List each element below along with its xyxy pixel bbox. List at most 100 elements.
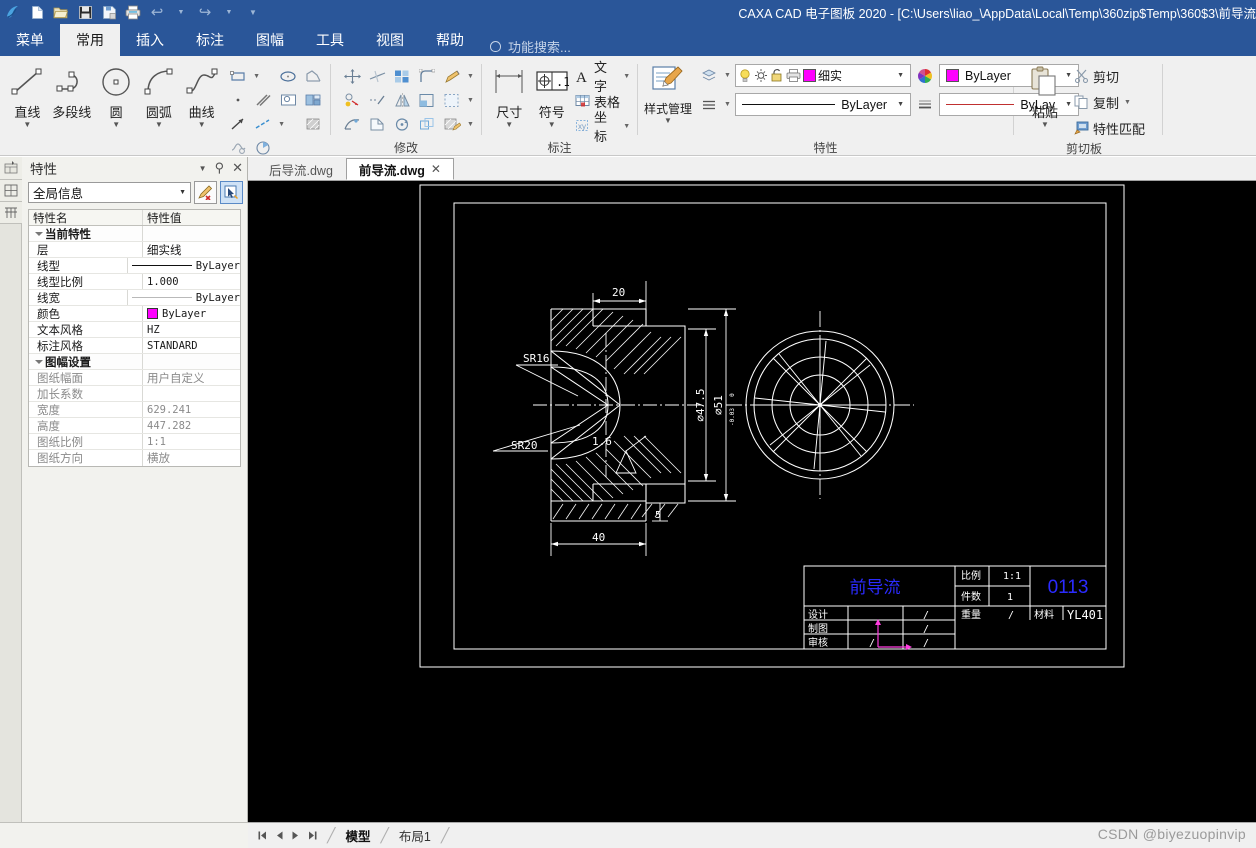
color-swatch-icon[interactable] bbox=[803, 69, 817, 82]
property-value-wrap[interactable]: ByLayer bbox=[128, 290, 240, 305]
scale-icon[interactable] bbox=[441, 89, 463, 111]
property-row-sheet-scale[interactable]: 图纸比例 1:1 bbox=[29, 434, 240, 450]
property-row-linetype-scale[interactable]: 线型比例 1.000 bbox=[29, 274, 240, 290]
chevron-down-icon[interactable]: ▼ bbox=[198, 121, 206, 129]
feature-search[interactable]: 功能搜索... bbox=[490, 37, 571, 56]
rotate-icon[interactable] bbox=[391, 113, 413, 135]
property-row-orientation[interactable]: 图纸方向 横放 bbox=[29, 450, 240, 466]
redo-dropdown-icon[interactable]: ▼ bbox=[218, 1, 240, 23]
paste-button[interactable]: 粘贴 ▼ bbox=[1020, 62, 1070, 129]
property-row-linetype[interactable]: 线型 ByLayer bbox=[29, 258, 240, 274]
freeze-sun-icon[interactable] bbox=[754, 68, 768, 83]
linetype-combo[interactable]: ByLayer ▼ bbox=[735, 93, 912, 116]
app-logo-icon[interactable] bbox=[2, 1, 24, 23]
customize-qat-icon[interactable]: ▼ bbox=[242, 1, 264, 23]
layer-dropdown-icon[interactable]: ▼ bbox=[723, 72, 732, 79]
scale-dropdown-icon[interactable]: ▼ bbox=[466, 89, 475, 111]
property-row-sheet-size[interactable]: 图纸幅面 用户自定义 bbox=[29, 370, 240, 386]
property-value-wrap[interactable]: ByLayer bbox=[128, 258, 240, 273]
tab-tools[interactable]: 工具 bbox=[300, 24, 360, 56]
chevron-down-icon[interactable]: ▼ bbox=[548, 121, 556, 129]
chevron-down-icon[interactable]: ▼ bbox=[623, 123, 631, 130]
move-icon[interactable] bbox=[341, 65, 363, 87]
save-icon[interactable] bbox=[74, 1, 96, 23]
draw-arc-button[interactable]: 圆弧 ▼ bbox=[138, 62, 181, 129]
close-icon[interactable]: ✕ bbox=[431, 162, 441, 176]
rail-tab-library[interactable] bbox=[0, 180, 22, 202]
chamfer-pencil-icon[interactable] bbox=[441, 65, 463, 87]
lock-icon[interactable] bbox=[770, 68, 784, 83]
copy-move-icon[interactable] bbox=[341, 89, 363, 111]
chevron-down-icon[interactable]: ▼ bbox=[112, 121, 120, 129]
print-icon[interactable] bbox=[786, 68, 801, 83]
dimension-button[interactable]: 尺寸 ▼ bbox=[488, 62, 530, 129]
chevron-down-icon[interactable]: ▼ bbox=[893, 101, 908, 108]
arrow-icon[interactable] bbox=[227, 113, 249, 135]
style-manager-button[interactable]: 样式管理 ▼ bbox=[644, 60, 692, 125]
property-value[interactable]: 1.000 bbox=[143, 274, 240, 289]
centerline-icon[interactable] bbox=[252, 113, 274, 135]
draw-line-button[interactable]: 直线 ▼ bbox=[6, 62, 49, 129]
image-icon[interactable] bbox=[277, 89, 299, 111]
close-icon[interactable]: ✕ bbox=[232, 160, 243, 176]
prev-sheet-icon[interactable] bbox=[276, 831, 283, 840]
chevron-down-icon[interactable]: ▼ bbox=[23, 121, 31, 129]
open-file-icon[interactable] bbox=[50, 1, 72, 23]
property-row-text-style[interactable]: 文本风格 HZ bbox=[29, 322, 240, 338]
document-tab-inactive[interactable]: 后导流.dwg bbox=[256, 158, 346, 180]
match-properties-button[interactable]: 特性匹配 bbox=[1074, 116, 1145, 140]
chevron-down-icon[interactable]: ▼ bbox=[1041, 121, 1049, 129]
rectangle-dropdown-icon[interactable]: ▼ bbox=[252, 65, 261, 87]
undo-dropdown-icon[interactable]: ▼ bbox=[170, 1, 192, 23]
break-icon[interactable] bbox=[366, 113, 388, 135]
document-tab-active[interactable]: 前导流.dwg ✕ bbox=[345, 158, 454, 180]
next-sheet-icon[interactable] bbox=[292, 831, 299, 840]
chamfer-dropdown-icon[interactable]: ▼ bbox=[466, 65, 475, 87]
tab-annotate[interactable]: 标注 bbox=[180, 24, 240, 56]
chevron-down-icon[interactable]: ▼ bbox=[155, 121, 163, 129]
parallel-line-icon[interactable] bbox=[252, 89, 274, 111]
centerline-dropdown-icon[interactable]: ▼ bbox=[277, 113, 286, 135]
last-sheet-icon[interactable] bbox=[308, 831, 317, 840]
point-icon[interactable] bbox=[227, 89, 249, 111]
trim-icon[interactable] bbox=[366, 65, 388, 87]
array-icon[interactable] bbox=[391, 65, 413, 87]
pick-object-button[interactable] bbox=[220, 181, 243, 204]
hatch-icon[interactable] bbox=[302, 113, 324, 135]
tab-menu[interactable]: 菜单 bbox=[0, 24, 60, 56]
equation-curve-icon[interactable] bbox=[227, 137, 249, 159]
property-value[interactable]: 细实线 bbox=[143, 242, 240, 257]
rail-tab-sheet[interactable] bbox=[0, 202, 22, 224]
cut-button[interactable]: 剪切 bbox=[1074, 64, 1145, 88]
explode-icon[interactable] bbox=[416, 113, 438, 135]
draw-polyline-button[interactable]: 多段线 bbox=[49, 62, 95, 121]
symbol-button[interactable]: .1 符号 ▼ bbox=[530, 62, 572, 129]
fillet-icon[interactable] bbox=[416, 65, 438, 87]
mirror-icon[interactable] bbox=[391, 89, 413, 111]
draw-circle-button[interactable]: 圆 ▼ bbox=[95, 62, 138, 129]
layer-icon[interactable] bbox=[698, 65, 720, 87]
copy-button[interactable]: 复制 ▼ bbox=[1074, 90, 1145, 114]
property-row-layer[interactable]: 层 细实线 bbox=[29, 242, 240, 258]
properties-group-sheet[interactable]: 图幅设置 bbox=[29, 354, 240, 370]
property-value[interactable]: STANDARD bbox=[143, 338, 240, 353]
coordinate-button[interactable]: xy 坐标 ▼ bbox=[575, 110, 631, 144]
ellipse-icon[interactable] bbox=[277, 65, 299, 87]
property-value-wrap[interactable]: ByLayer bbox=[143, 306, 240, 321]
tab-home[interactable]: 常用 bbox=[60, 24, 120, 56]
offset-icon[interactable] bbox=[416, 89, 438, 111]
property-row-extension-factor[interactable]: 加长系数 bbox=[29, 386, 240, 402]
color-wheel-icon[interactable] bbox=[914, 65, 936, 87]
pin-icon[interactable]: ⚲ bbox=[215, 160, 225, 176]
quick-select-button[interactable] bbox=[194, 181, 217, 204]
property-row-width[interactable]: 宽度 629.241 bbox=[29, 402, 240, 418]
new-file-icon[interactable] bbox=[26, 1, 48, 23]
rectangle-icon[interactable] bbox=[227, 65, 249, 87]
chevron-down-icon[interactable]: ▼ bbox=[893, 72, 908, 79]
chevron-down-icon[interactable]: ▼ bbox=[623, 73, 631, 80]
rail-tab-properties[interactable] bbox=[0, 157, 22, 180]
sheet-tab-model[interactable]: 模型 bbox=[335, 827, 380, 845]
chevron-down-icon[interactable]: ▼ bbox=[505, 121, 513, 129]
drawing-canvas[interactable]: 20 40 5 ⌀47.5 ⌀51 0 -0.03 SR16 SR20 1.6 … bbox=[248, 181, 1256, 822]
layer-combo[interactable]: 细实 ▼ bbox=[735, 64, 912, 87]
